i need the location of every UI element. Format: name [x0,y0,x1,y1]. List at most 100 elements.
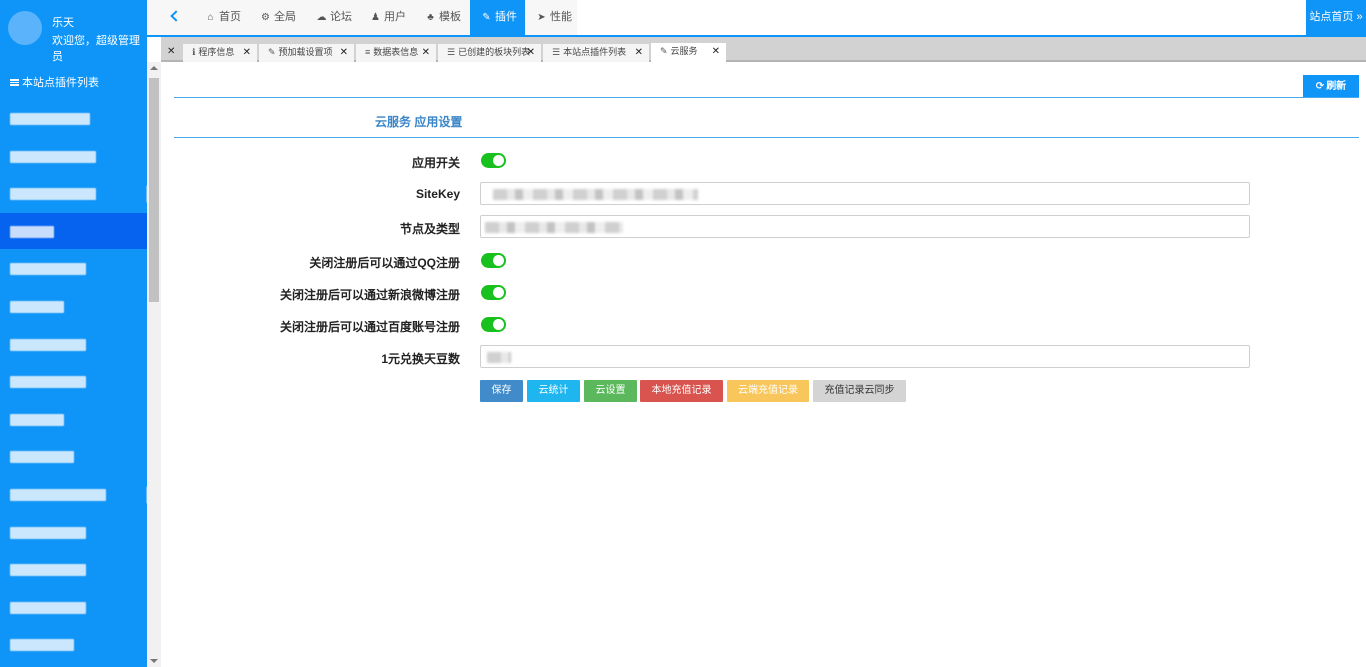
refresh-button[interactable]: ⟳ 刷新 [1303,75,1359,98]
nav-tab-3[interactable]: ☁ 论坛 [305,0,359,35]
masked-plugin-name [10,301,64,313]
list-icon: ☰ [552,47,561,57]
masked-plugin-name [10,150,96,163]
sitemap-icon: ♣ [427,12,434,23]
nav-tab-6[interactable]: ✎ 插件 [470,0,525,35]
page-tab-1[interactable]: ℹ 程序信息 ✕ [183,44,257,62]
page-tab-strip: ✕ ℹ 程序信息 ✕ ✎ 预加载设置项 ✕ ≡ 数据表信息 ✕ ☰ 已创建的板块列表 ✕ ☰ 本站点插件列… [161,37,1366,62]
page-tab-4[interactable]: ☰ 已创建的板块列表 ✕ [438,44,541,62]
sidebar-item[interactable] [0,288,147,324]
scroll-up-icon[interactable] [150,66,158,70]
masked-value [487,352,511,363]
close-tab-icon[interactable]: ✕ [635,44,643,61]
nav-tab-label: 模板 [439,11,461,23]
qq-register-toggle[interactable] [481,253,506,268]
sidebar-item[interactable] [0,100,147,136]
avatar[interactable] [8,11,42,45]
page-tab-6[interactable]: ✎ 云服务 ✕ [651,43,726,62]
sitekey-input[interactable] [480,182,1250,205]
sidebar-item[interactable] [0,438,147,474]
sidebar: 乐天 欢迎您，超级管理员 本站点插件列表 [0,0,153,667]
page-tab-label: 已创建的板块列表 [458,47,531,57]
close-tab-icon[interactable]: ✕ [340,44,348,61]
masked-plugin-name [10,113,90,125]
local-records-button[interactable]: 本地充值记录 [640,380,723,402]
sidebar-item[interactable] [0,626,147,662]
list-icon: ☰ [447,47,456,57]
weibo-register-toggle[interactable] [481,285,506,300]
sync-records-button[interactable]: 充值记录云同步 [813,380,906,402]
sidebar-item[interactable] [0,589,147,625]
masked-plugin-name [10,263,86,276]
comments-icon: ☁ [316,12,327,23]
home-icon: ⌂ [207,12,214,23]
list-icon [10,79,19,86]
cloud-records-button[interactable]: 云端充值记录 [727,380,809,402]
database-icon: ≡ [365,47,371,57]
main-content: ⟳ 刷新 云服务 应用设置 应用开关 SiteKey 节点及类型 关闭注册后可以通… [161,62,1366,667]
masked-plugin-name [10,639,74,652]
close-tab-icon[interactable]: ✕ [712,43,720,60]
sidebar-item[interactable] [0,138,147,174]
sidebar-item[interactable] [0,250,147,286]
user-box: 乐天 欢迎您，超级管理员 [0,0,147,63]
page-tab-5[interactable]: ☰ 本站点插件列表 ✕ [543,44,649,62]
node-type-input[interactable] [480,215,1250,238]
masked-plugin-name [10,225,54,238]
sidebar-scrollbar[interactable] [147,62,161,667]
save-button[interactable]: 保存 [480,380,523,402]
nav-tab-1[interactable]: ⌂ 首页 [194,0,249,35]
masked-plugin-name [10,489,106,501]
plug-icon: ✎ [660,46,668,56]
close-tab-icon[interactable]: ✕ [422,44,430,61]
sidebar-item[interactable] [0,212,147,249]
nav-tab-5[interactable]: ♣ 模板 [414,0,470,35]
close-all-tabs-icon[interactable]: ✕ [167,46,175,57]
sidebar-item[interactable] [0,514,147,550]
sidebar-item[interactable] [0,401,147,437]
refresh-label: 刷新 [1326,81,1347,92]
sitekey-label: SiteKey [415,187,460,201]
masked-value [485,222,623,233]
collapse-sidebar-button[interactable] [147,0,194,35]
qq-register-label: 关闭注册后可以通过QQ注册 [309,256,460,270]
scroll-thumb[interactable] [149,78,159,302]
masked-plugin-name [10,376,86,389]
nav-tab-label: 论坛 [330,11,352,23]
sidebar-title-label: 本站点插件列表 [22,77,99,89]
refresh-icon: ⟳ [1315,81,1325,92]
app-switch-toggle[interactable] [481,153,506,168]
nav-tab-7[interactable]: ➤ 性能 [525,0,577,35]
nav-tab-2[interactable]: ⚙ 全局 [249,0,305,35]
close-tab-icon[interactable]: ✕ [527,44,535,61]
exchange-rate-input[interactable] [480,345,1250,368]
user-welcome: 欢迎您，超级管理员 [52,35,140,63]
masked-plugin-name [10,526,86,539]
site-home-link[interactable]: 站点首页 » [1306,0,1366,35]
plug-icon: ✎ [482,12,491,23]
masked-plugin-name [10,188,96,201]
sidebar-item[interactable] [0,363,147,399]
sidebar-item[interactable] [0,551,147,587]
nav-tab-4[interactable]: ♟ 用户 [359,0,414,35]
scroll-down-icon[interactable] [150,659,158,663]
wrench-icon: ✎ [268,47,276,57]
cloud-settings-button[interactable]: 云设置 [584,380,637,402]
cogs-icon: ⚙ [261,12,270,23]
users-icon: ♟ [371,12,380,23]
close-tab-icon[interactable]: ✕ [243,44,251,61]
baidu-register-toggle[interactable] [481,317,506,332]
divider [174,97,1359,98]
exchange-rate-label: 1元兑换天豆数 [381,352,460,366]
chevron-left-icon [170,10,182,22]
form-title: 云服务 应用设置 [375,115,463,129]
page-tab-2[interactable]: ✎ 预加载设置项 ✕ [259,44,354,62]
weibo-register-label: 关闭注册后可以通过新浪微博注册 [279,288,460,302]
nav-tab-label: 全局 [274,11,296,23]
sidebar-item[interactable] [0,326,147,362]
page-tab-3[interactable]: ≡ 数据表信息 ✕ [356,44,436,62]
masked-plugin-name [10,601,86,614]
sidebar-item[interactable] [0,175,153,211]
sidebar-item[interactable] [0,476,153,512]
cloud-stats-button[interactable]: 云统计 [527,380,580,402]
